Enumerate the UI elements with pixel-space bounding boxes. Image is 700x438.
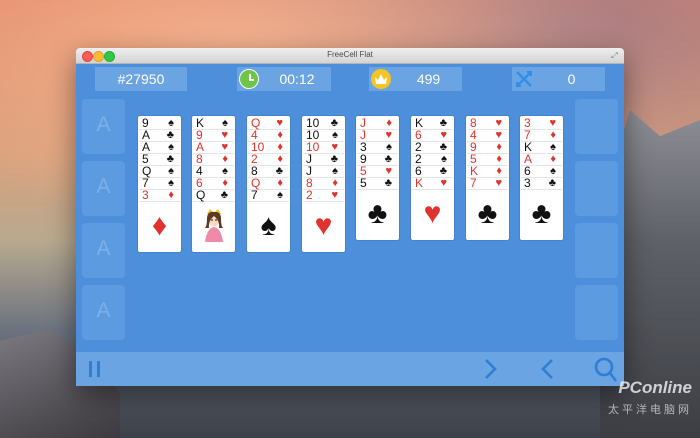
foundation-pile[interactable] <box>575 223 618 278</box>
card-face-suit-icon: ♣ <box>531 197 552 230</box>
timer-value: 00:12 <box>279 71 315 87</box>
window-title: FreeCell Flat <box>327 50 373 59</box>
free-cell[interactable]: A <box>82 161 125 216</box>
card-face-suit-icon: ♦ <box>151 209 168 242</box>
card-face-suit-icon: ♥ <box>314 209 333 242</box>
card[interactable]: 7 ♠ <box>248 188 289 202</box>
card[interactable]: 5 ♣ <box>357 176 398 190</box>
card[interactable]: 7 ♥ <box>467 176 508 190</box>
card-rank: 7 <box>470 176 477 190</box>
card-suit-icon: ♥ <box>495 177 502 189</box>
card-suit-icon: ♦ <box>168 189 174 201</box>
card-suit-icon: ♣ <box>220 189 228 201</box>
watermark-subtitle: 太平洋电脑网 <box>608 404 692 416</box>
card-rank: 3 <box>524 176 531 190</box>
crown-icon <box>371 69 391 89</box>
free-cell-label: A <box>96 299 111 322</box>
free-cell-label: A <box>96 175 111 198</box>
card-face-suit-icon: ♣ <box>367 197 388 230</box>
card[interactable]: K ♥ <box>412 176 453 190</box>
card[interactable]: 3 ♣ <box>521 176 562 190</box>
card-stack[interactable]: K ♣ 6 ♥ 2 ♣ 2 ♠ 6 ♣ K ♥ ♥ <box>411 116 454 240</box>
game-table: #27950 00:12 499 0 A A A A 9 ♠ A ♣ A ♠ 5 ♣ Q <box>76 64 624 386</box>
card[interactable]: Q ♣ <box>193 188 234 202</box>
card-stack[interactable]: 3 ♥ 7 ♦ K ♠ A ♦ 6 ♠ 3 ♣ ♣ <box>520 116 563 240</box>
moves-panel: 0 <box>512 67 605 91</box>
card-face-suit-icon: ♠ <box>260 209 277 242</box>
card-suit-icon: ♠ <box>277 189 283 201</box>
undo-arrow-icon[interactable] <box>534 355 562 383</box>
foundation-pile[interactable] <box>575 285 618 340</box>
foundation-pile[interactable] <box>575 161 618 216</box>
clock-icon <box>239 69 259 89</box>
free-cell[interactable]: A <box>82 285 125 340</box>
timer-panel: 00:12 <box>237 67 331 91</box>
title-bar: FreeCell Flat ⤢ <box>76 48 624 64</box>
pause-icon[interactable] <box>82 355 110 383</box>
card-rank: 2 <box>306 188 313 202</box>
card-rank: K <box>415 176 424 190</box>
card-stack[interactable]: K ♠ 9 ♥ A ♥ 8 ♦ 4 ♠ 6 ♦ Q ♣ <box>192 116 235 252</box>
crossed-arrows-icon <box>514 69 534 89</box>
card-suit-icon: ♥ <box>331 189 338 201</box>
card-stack[interactable]: 9 ♠ A ♣ A ♠ 5 ♣ Q ♠ 7 ♠ 3 ♦ ♦ <box>138 116 181 252</box>
game-number: #27950 <box>117 71 165 87</box>
score-panel: 499 <box>369 67 462 91</box>
fullscreen-icon[interactable]: ⤢ <box>610 51 619 60</box>
free-cell[interactable]: A <box>82 223 125 278</box>
redo-arrow-icon[interactable] <box>476 355 504 383</box>
card[interactable]: 3 ♦ <box>139 188 180 202</box>
card[interactable]: 2 ♥ <box>303 188 344 202</box>
card-stack[interactable]: 10 ♣ 10 ♠ 10 ♥ J ♣ J ♠ 8 ♦ 2 ♥ ♥ <box>302 116 345 252</box>
watermark: PConline 太平洋电脑网 <box>580 374 698 434</box>
card-stack[interactable]: J ♦ J ♥ 3 ♠ 9 ♣ 5 ♥ 5 ♣ ♣ <box>356 116 399 240</box>
card-suit-icon: ♣ <box>384 177 392 189</box>
card-rank: Q <box>196 188 206 202</box>
card-face-suit-icon: ♥ <box>423 197 442 230</box>
watermark-brand: PConline <box>618 378 692 397</box>
bottom-toolbar <box>76 352 624 386</box>
moves-value: 0 <box>567 71 576 87</box>
foundation-pile[interactable] <box>575 99 618 154</box>
card-face-suit-icon: ♣ <box>477 197 498 230</box>
free-cell-label: A <box>96 113 111 136</box>
free-cell-label: A <box>96 237 111 260</box>
card-suit-icon: ♥ <box>440 177 447 189</box>
card-stack[interactable]: 8 ♥ 4 ♥ 9 ♦ 5 ♦ K ♦ 7 ♥ ♣ <box>466 116 509 240</box>
score-value: 499 <box>416 71 441 87</box>
game-number-panel: #27950 <box>95 67 187 91</box>
card-rank: 3 <box>142 188 149 202</box>
free-cell[interactable]: A <box>82 99 125 154</box>
queen-face-icon <box>199 206 229 242</box>
card-rank: 5 <box>360 176 367 190</box>
card-rank: 7 <box>251 188 258 202</box>
card-stack[interactable]: Q ♥ 4 ♦ 10 ♦ 2 ♦ 8 ♣ Q ♦ 7 ♠ ♠ <box>247 116 290 252</box>
app-window: FreeCell Flat ⤢ #27950 00:12 499 0 A A A… <box>76 48 624 386</box>
card-suit-icon: ♣ <box>548 177 556 189</box>
